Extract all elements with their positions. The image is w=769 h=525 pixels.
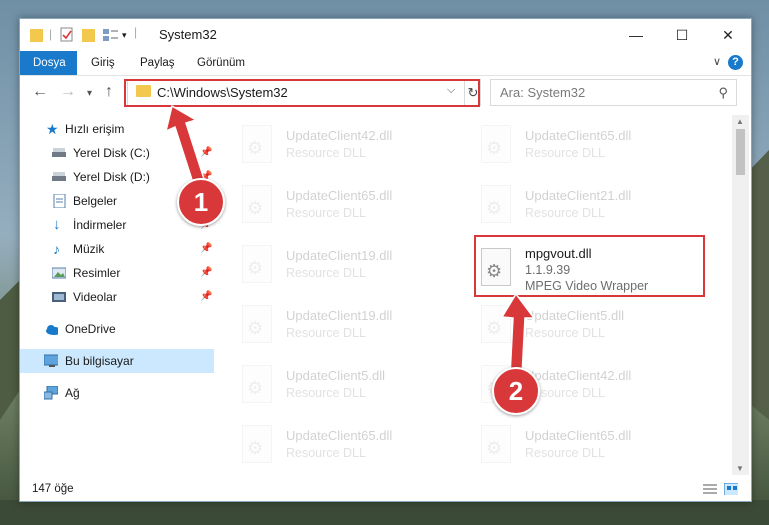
step-1-badge: 1 xyxy=(177,178,225,226)
annotation-arrows xyxy=(164,104,536,377)
step-2-badge: 2 xyxy=(492,367,540,415)
